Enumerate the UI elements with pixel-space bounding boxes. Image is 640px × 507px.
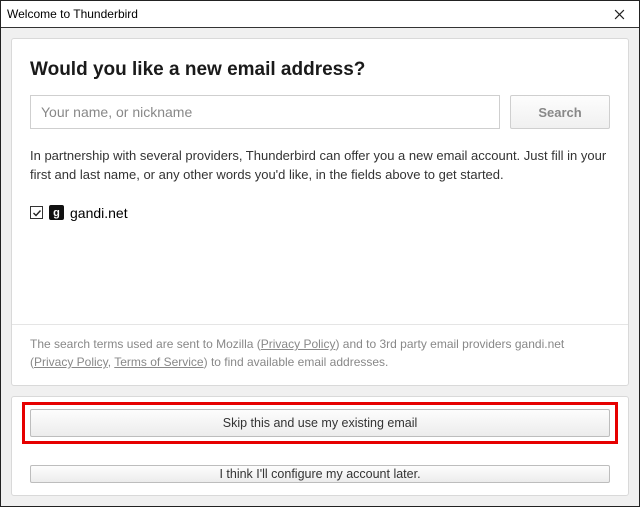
legal-text: The search terms used are sent to Mozill… (30, 335, 610, 371)
dialog-body: Would you like a new email address? Sear… (1, 28, 639, 506)
name-input[interactable] (30, 95, 500, 129)
terms-of-service-link[interactable]: Terms of Service (114, 355, 203, 369)
search-button[interactable]: Search (510, 95, 610, 129)
highlight-frame: Skip this and use my existing email (30, 409, 610, 437)
main-panel: Would you like a new email address? Sear… (11, 38, 629, 386)
gandi-icon: g (49, 205, 64, 220)
legal-pre: The search terms used are sent to Mozill… (30, 337, 261, 351)
welcome-dialog: Welcome to Thunderbird Would you like a … (0, 0, 640, 507)
close-icon (614, 9, 625, 20)
window-title: Welcome to Thunderbird (7, 7, 138, 21)
legal-post: ) to find available email addresses. (204, 355, 389, 369)
provider-row: g gandi.net (30, 205, 610, 221)
description-text: In partnership with several providers, T… (30, 147, 610, 185)
separator (12, 324, 628, 325)
privacy-policy-link-2[interactable]: Privacy Policy (34, 355, 108, 369)
privacy-policy-link[interactable]: Privacy Policy (261, 337, 336, 351)
button-panel: Skip this and use my existing email I th… (11, 396, 629, 496)
check-icon (32, 208, 42, 218)
search-row: Search (30, 95, 610, 129)
close-button[interactable] (599, 1, 639, 27)
skip-use-existing-button[interactable]: Skip this and use my existing email (30, 409, 610, 437)
configure-later-button[interactable]: I think I'll configure my account later. (30, 465, 610, 483)
provider-checkbox[interactable] (30, 206, 43, 219)
heading: Would you like a new email address? (30, 59, 610, 81)
titlebar: Welcome to Thunderbird (1, 1, 639, 28)
provider-label: gandi.net (70, 205, 128, 221)
